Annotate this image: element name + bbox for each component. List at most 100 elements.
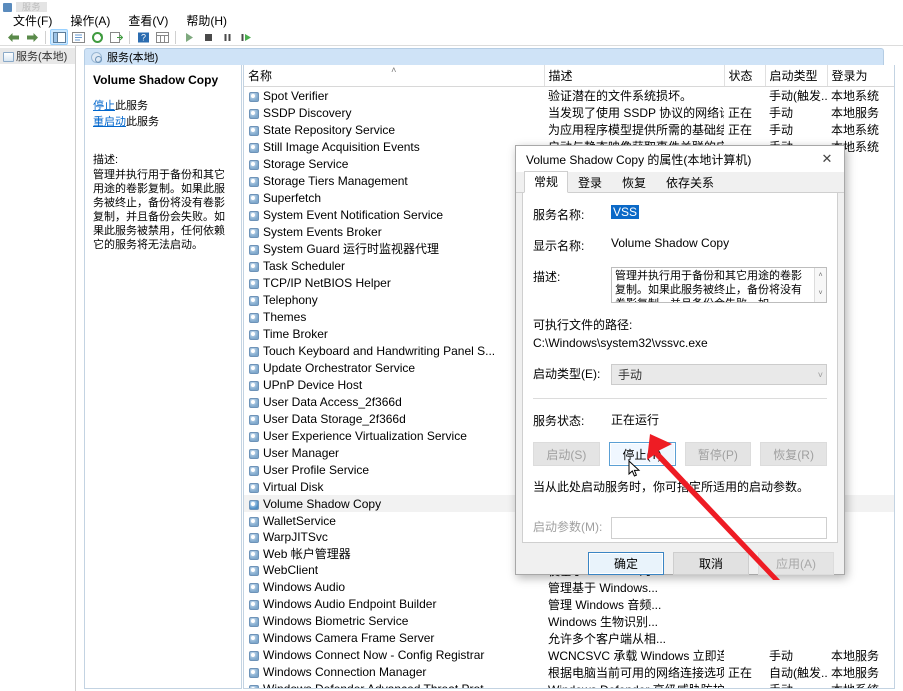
scroll-down-icon[interactable]: ˅ bbox=[818, 287, 822, 301]
table-row[interactable]: Windows Camera Frame Server 允许多个客户端从相... bbox=[244, 630, 894, 647]
cell-logon-as bbox=[827, 613, 894, 630]
restart-icon[interactable] bbox=[237, 29, 255, 45]
help-icon[interactable]: ? bbox=[134, 29, 152, 45]
table-row[interactable]: Windows Connection Manager 根据电脑当前可用的网络连接选… bbox=[244, 664, 894, 681]
tab-general[interactable]: 常规 bbox=[524, 171, 569, 193]
cell-service-status bbox=[724, 87, 765, 105]
service-gear-icon bbox=[248, 261, 259, 272]
cancel-button[interactable]: 取消 bbox=[673, 552, 749, 575]
tree-pane: 服务(本地) bbox=[0, 46, 76, 691]
cell-service-name: Windows Connect Now - Config Registrar bbox=[244, 647, 544, 664]
stop-service-link[interactable]: 停止 bbox=[93, 100, 115, 112]
services-table-head: 名称 ˄ 描述 状态 启动类型 登录为 bbox=[244, 65, 894, 87]
service-name-text: User Profile Service bbox=[263, 462, 370, 477]
service-name-text: System Guard 运行时监视器代理 bbox=[263, 242, 440, 256]
scroll-up-icon[interactable]: ˄ bbox=[818, 269, 822, 283]
start-icon[interactable] bbox=[180, 29, 198, 45]
tree-item-services-local[interactable]: 服务(本地) bbox=[0, 48, 75, 64]
service-name-text: Themes bbox=[263, 309, 307, 324]
startup-type-select[interactable]: 手动 ˅ bbox=[611, 364, 827, 385]
stop-icon[interactable] bbox=[199, 29, 217, 45]
table-row[interactable]: Windows Defender Advanced Threat Prot...… bbox=[244, 681, 894, 688]
cell-service-name: System Events Broker bbox=[244, 223, 544, 240]
pane-tab-services[interactable]: 服务(本地) bbox=[84, 48, 884, 65]
service-name-text: SSDP Discovery bbox=[263, 105, 352, 120]
service-name-text: Still Image Acquisition Events bbox=[263, 139, 420, 154]
export-list-icon[interactable] bbox=[107, 29, 125, 45]
service-gear-icon bbox=[248, 482, 259, 493]
service-gear-icon bbox=[248, 684, 259, 688]
table-row[interactable]: Windows Biometric Service Windows 生物识别... bbox=[244, 613, 894, 630]
table-row[interactable]: Windows Audio 管理基于 Windows... bbox=[244, 579, 894, 596]
properties-icon[interactable] bbox=[69, 29, 87, 45]
cell-startup-type: 手动 bbox=[769, 106, 794, 120]
pane-tab-label: 服务(本地) bbox=[107, 52, 159, 64]
cell-logon-as: 本地服务 bbox=[831, 665, 880, 680]
resume-service-button[interactable]: 恢复(R) bbox=[760, 442, 827, 466]
description-scrollbar[interactable]: ˄ ˅ bbox=[814, 268, 826, 302]
apply-button[interactable]: 应用(A) bbox=[758, 552, 834, 575]
close-icon[interactable]: ✕ bbox=[810, 146, 844, 172]
dialog-description-label: 描述: bbox=[533, 270, 561, 284]
tab-recovery[interactable]: 恢复 bbox=[612, 172, 656, 193]
cell-service-name: Windows Biometric Service bbox=[244, 613, 544, 630]
service-gear-icon bbox=[248, 549, 259, 560]
tab-logon[interactable]: 登录 bbox=[568, 172, 612, 193]
cell-service-description: WCNCSVC 承载 Windows 立即连接配置，该... bbox=[548, 648, 724, 663]
back-icon[interactable] bbox=[4, 29, 22, 45]
menu-file[interactable]: 文件(F) bbox=[4, 14, 61, 29]
forward-icon[interactable] bbox=[23, 29, 41, 45]
service-gear-icon bbox=[248, 616, 259, 628]
service-gear-icon bbox=[248, 599, 259, 611]
service-name-text: State Repository Service bbox=[263, 122, 396, 137]
dialog-title-text: Volume Shadow Copy 的属性(本地计算机) bbox=[526, 152, 752, 167]
svg-text:?: ? bbox=[140, 32, 145, 42]
service-name-text: Task Scheduler bbox=[263, 258, 346, 273]
column-header-status[interactable]: 状态 bbox=[724, 65, 766, 87]
service-gear-icon bbox=[248, 363, 259, 374]
service-gear-icon bbox=[248, 91, 259, 102]
show-hide-tree-icon[interactable] bbox=[50, 29, 68, 45]
restart-service-link-row: 重启动此服务 bbox=[93, 115, 233, 129]
service-name-text: Superfetch bbox=[263, 190, 322, 205]
pause-icon[interactable] bbox=[218, 29, 236, 45]
menu-bar: 文件(F) 操作(A) 查看(V) 帮助(H) bbox=[0, 14, 903, 29]
executable-path-label: 可执行文件的路径: bbox=[533, 318, 633, 332]
column-header-logon-as[interactable]: 登录为 bbox=[827, 65, 894, 87]
table-row[interactable]: Spot Verifier 验证潜在的文件系统损坏。 手动(触发... 本地系统 bbox=[244, 87, 894, 105]
table-row[interactable]: State Repository Service 为应用程序模型提供所需的基础结构… bbox=[244, 121, 894, 138]
executable-path-value: C:\Windows\system32\vssvc.exe bbox=[533, 336, 708, 350]
menu-help[interactable]: 帮助(H) bbox=[177, 14, 236, 29]
pause-service-button[interactable]: 暂停(P) bbox=[684, 442, 752, 466]
cell-service-status: 正在 bbox=[728, 106, 753, 120]
start-params-input[interactable] bbox=[611, 517, 827, 539]
menu-action[interactable]: 操作(A) bbox=[61, 14, 119, 29]
cell-startup-type: 手动 bbox=[769, 648, 794, 663]
cell-service-status bbox=[724, 630, 765, 647]
refresh-icon[interactable] bbox=[88, 29, 106, 45]
start-service-button[interactable]: 启动(S) bbox=[533, 442, 600, 466]
cell-service-name: Superfetch bbox=[244, 189, 544, 206]
restart-service-link[interactable]: 重启动 bbox=[93, 116, 126, 128]
services-node-icon bbox=[3, 51, 14, 62]
service-name-text: Windows Camera Frame Server bbox=[263, 631, 435, 646]
cell-service-name: User Data Access_2f366d bbox=[244, 393, 544, 410]
description-textarea[interactable]: 管理并执行用于备份和其它用途的卷影复制。如果此服务被终止，备份将没有卷影复制，并… bbox=[611, 267, 827, 303]
column-header-name[interactable]: 名称 ˄ bbox=[244, 65, 545, 87]
cell-startup-type: 手动(触发... bbox=[769, 89, 827, 103]
service-gear-icon bbox=[248, 431, 259, 442]
menu-view[interactable]: 查看(V) bbox=[119, 14, 177, 29]
column-header-description[interactable]: 描述 bbox=[544, 65, 725, 87]
stop-service-button[interactable]: 停止(T) bbox=[608, 442, 676, 466]
tab-dependencies[interactable]: 依存关系 bbox=[656, 172, 724, 193]
service-name-text: Windows Audio bbox=[263, 580, 346, 595]
column-header-startup-type[interactable]: 启动类型 bbox=[765, 65, 828, 87]
cell-service-status bbox=[724, 579, 765, 596]
table-row[interactable]: Windows Audio Endpoint Builder 管理 Windows… bbox=[244, 596, 894, 613]
table-row[interactable]: Windows Connect Now - Config Registrar WC… bbox=[244, 647, 894, 664]
view-details-icon[interactable] bbox=[153, 29, 171, 45]
service-name-text: System Events Broker bbox=[263, 224, 382, 239]
service-gear-icon bbox=[248, 397, 259, 408]
ok-button[interactable]: 确定 bbox=[588, 552, 664, 575]
table-row[interactable]: SSDP Discovery 当发现了使用 SSDP 协议的网络设备和服务，如..… bbox=[244, 104, 894, 121]
